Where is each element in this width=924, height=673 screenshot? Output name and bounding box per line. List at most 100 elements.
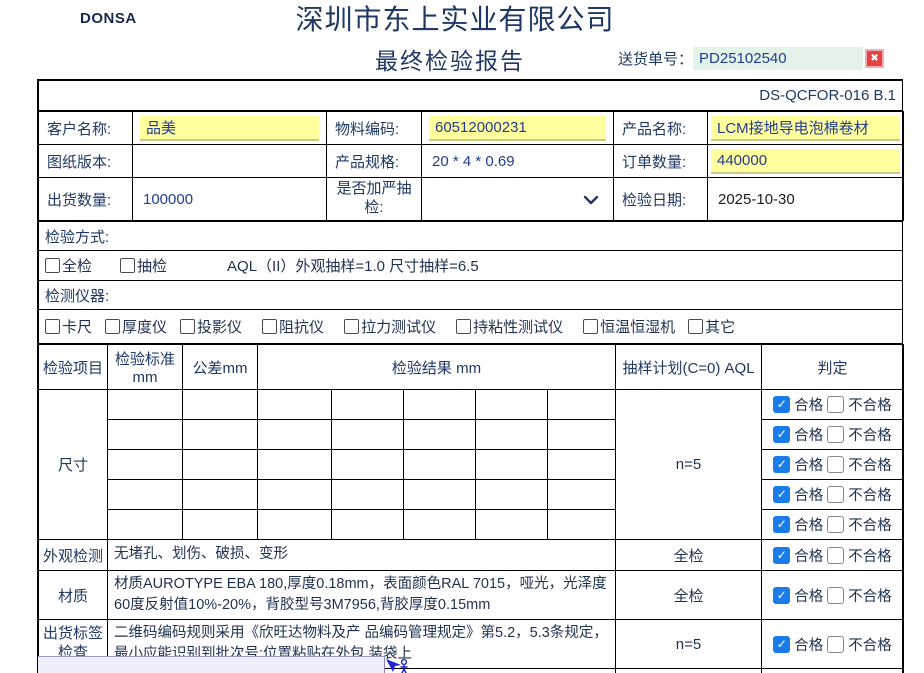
result-cell[interactable] (404, 450, 476, 480)
result-cell[interactable] (258, 420, 332, 450)
tolerance-cell[interactable] (183, 390, 258, 420)
tolerance-cell[interactable] (183, 420, 258, 450)
other-instrument-checkbox[interactable] (688, 319, 703, 334)
pass-checkbox-checked[interactable]: ✓ (773, 486, 790, 503)
result-cell[interactable] (258, 390, 332, 420)
customer-input[interactable]: 品美 (140, 116, 319, 141)
info-table: 客户名称: 品美 物料编码: 60512000231 产品名称: LCM接地导电… (38, 111, 904, 221)
fail-label: 不合格 (848, 484, 892, 505)
result-cell[interactable] (404, 480, 476, 510)
inspection-report-form: DS-QCFOR-016 B.1 客户名称: 品美 物料编码: 60512000… (37, 79, 903, 673)
adhesion-tester-checkbox[interactable] (456, 319, 471, 334)
standard-cell[interactable] (108, 450, 183, 480)
company-name: 深圳市东上实业有限公司 (0, 0, 910, 38)
instruments-section-label: 检测仪器: (39, 281, 903, 310)
tolerance-cell[interactable] (183, 450, 258, 480)
appearance-criteria: 无堵孔、划伤、破损、变形 (108, 540, 616, 571)
pass-checkbox-checked[interactable]: ✓ (773, 547, 790, 564)
thickness-gauge-checkbox[interactable] (105, 319, 120, 334)
standard-cell[interactable] (108, 420, 183, 450)
material-criteria: 材质AUROTYPE EBA 180,厚度0.18mm，表面颜色RAL 7015… (108, 571, 616, 620)
result-cell[interactable] (476, 510, 548, 540)
aql-note: AQL（II）外观抽样=1.0 尺寸抽样=6.5 (227, 255, 479, 276)
clear-icon[interactable]: ✖ (865, 49, 884, 68)
collaborator-cursor-icon (384, 658, 410, 673)
dimension-row: ✓合格 不合格 (39, 480, 904, 510)
dimension-row: ✓合格 不合格 (39, 450, 904, 480)
result-cell[interactable] (332, 390, 404, 420)
full-inspection-checkbox[interactable] (45, 258, 60, 273)
projector-checkbox[interactable] (180, 319, 195, 334)
pass-label: 合格 (794, 394, 823, 415)
pass-checkbox-checked[interactable]: ✓ (773, 456, 790, 473)
col-header-item: 检验项目 (39, 345, 108, 390)
strict-sampling-dropdown[interactable] (422, 178, 614, 221)
dimension-sampling: n=5 (616, 390, 762, 540)
result-cell[interactable] (548, 510, 616, 540)
col-header-result: 检验结果 mm (258, 345, 616, 390)
form-code-table: DS-QCFOR-016 B.1 (38, 80, 903, 111)
caliper-checkbox[interactable] (45, 319, 60, 334)
fail-checkbox[interactable] (827, 396, 844, 413)
standard-cell[interactable] (108, 480, 183, 510)
result-cell[interactable] (476, 450, 548, 480)
pass-checkbox-checked[interactable]: ✓ (773, 426, 790, 443)
result-cell[interactable] (548, 450, 616, 480)
result-cell[interactable] (332, 450, 404, 480)
impedance-label: 阻抗仪 (279, 316, 324, 337)
tension-tester-checkbox[interactable] (344, 319, 359, 334)
fail-checkbox[interactable] (827, 486, 844, 503)
appearance-sampling: 全检 (616, 540, 762, 571)
fail-checkbox[interactable] (827, 636, 844, 653)
standard-cell[interactable] (108, 510, 183, 540)
pass-checkbox-checked[interactable]: ✓ (773, 636, 790, 653)
impedance-checkbox[interactable] (262, 319, 277, 334)
result-cell[interactable] (332, 420, 404, 450)
result-cell[interactable] (404, 510, 476, 540)
standard-cell[interactable] (108, 390, 183, 420)
tolerance-cell[interactable] (183, 480, 258, 510)
delivery-number-input[interactable]: PD25102540 (693, 47, 863, 70)
ship-qty-label: 出货数量: (39, 178, 133, 221)
result-cell[interactable] (332, 510, 404, 540)
result-cell[interactable] (404, 390, 476, 420)
pass-label: 合格 (794, 634, 823, 655)
dimension-row: 尺寸 n=5 ✓合格 不合格 (39, 390, 904, 420)
fail-label: 不合格 (848, 514, 892, 535)
result-cell[interactable] (548, 390, 616, 420)
fail-checkbox[interactable] (827, 587, 844, 604)
material-code-input[interactable]: 60512000231 (429, 116, 606, 141)
result-cell[interactable] (476, 390, 548, 420)
fail-checkbox[interactable] (827, 516, 844, 533)
tolerance-cell[interactable] (183, 510, 258, 540)
result-cell[interactable] (258, 510, 332, 540)
humidity-chamber-checkbox[interactable] (583, 319, 598, 334)
fail-label: 不合格 (848, 424, 892, 445)
order-qty-input[interactable]: 440000 (711, 149, 900, 174)
thickness-gauge-label: 厚度仪 (122, 316, 167, 337)
pass-checkbox-checked[interactable]: ✓ (773, 587, 790, 604)
fail-checkbox[interactable] (827, 456, 844, 473)
pass-label: 合格 (794, 484, 823, 505)
delivery-number-label: 送货单号： (618, 48, 693, 69)
fail-checkbox[interactable] (827, 426, 844, 443)
material-sampling: 全检 (616, 571, 762, 620)
result-cell[interactable] (404, 420, 476, 450)
fail-label: 不合格 (848, 454, 892, 475)
fail-checkbox[interactable] (827, 547, 844, 564)
pass-checkbox-checked[interactable]: ✓ (773, 516, 790, 533)
result-cell[interactable] (258, 480, 332, 510)
drawing-version-value[interactable] (133, 145, 327, 178)
result-cell[interactable] (476, 480, 548, 510)
result-cell[interactable] (258, 450, 332, 480)
strict-sampling-label: 是否加严抽检: (327, 178, 422, 221)
result-cell[interactable] (476, 420, 548, 450)
result-cell[interactable] (548, 420, 616, 450)
sampling-inspection-checkbox[interactable] (120, 258, 135, 273)
pass-checkbox-checked[interactable]: ✓ (773, 396, 790, 413)
inspection-result-table: 检验项目 检验标准mm 公差mm 检验结果 mm 抽样计划(C=0) AQL 判… (38, 344, 904, 673)
result-cell[interactable] (548, 480, 616, 510)
result-cell[interactable] (332, 480, 404, 510)
product-name-input[interactable]: LCM接地导电泡棉卷材 (711, 116, 900, 141)
delivery-number-group: 送货单号： PD25102540 ✖ (618, 47, 884, 70)
